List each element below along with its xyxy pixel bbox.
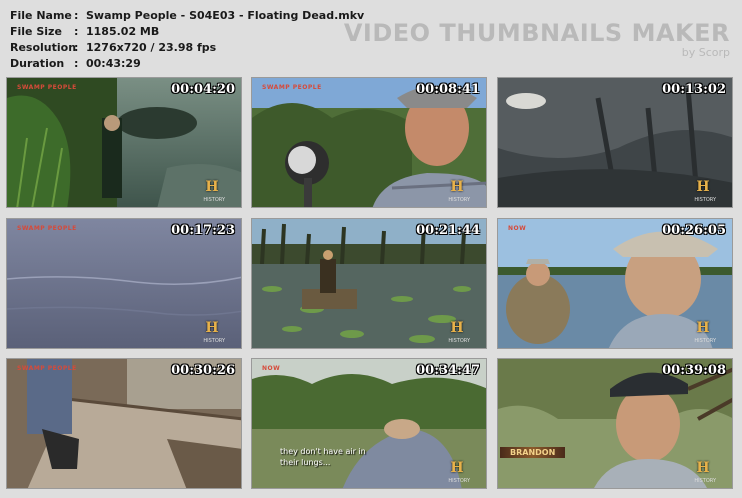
- brand-title: VIDEO THUMBNAILS MAKER: [343, 19, 730, 47]
- thumbnail-2: SWAMP PEOPLE 00:08:41 H HISTORY: [251, 77, 487, 208]
- file-info: File Name : Swamp People - S04E03 - Floa…: [10, 8, 364, 72]
- thumbnail-3: 00:13:02 H HISTORY: [497, 77, 733, 208]
- history-logo-icon: H: [205, 179, 219, 195]
- history-logo-text: HISTORY: [448, 197, 470, 203]
- history-logo-text: HISTORY: [694, 338, 716, 344]
- history-logo-text: HISTORY: [694, 478, 716, 484]
- thumbnail-7: SWAMP PEOPLE 00:30:26: [6, 358, 242, 489]
- subtitle-line-1: they don't have air in: [280, 447, 366, 456]
- subtitle-caption: they don't have air in their lungs...: [280, 446, 366, 468]
- timestamp: 00:17:23: [171, 223, 235, 238]
- info-row-duration: Duration : 00:43:29: [10, 56, 364, 72]
- brand-watermark: VIDEO THUMBNAILS MAKER by Scorp: [344, 20, 730, 59]
- thumbnail-4: SWAMP PEOPLE 00:17:23 H HISTORY: [6, 218, 242, 349]
- thumbnail-8: NOW 00:34:47 they don't have air in thei…: [251, 358, 487, 489]
- timestamp: 00:08:41: [416, 82, 480, 97]
- subtitle-line-2: their lungs...: [280, 458, 331, 467]
- show-logo: NOW: [262, 365, 281, 372]
- info-separator: :: [74, 9, 79, 22]
- history-logo-icon: H: [450, 460, 464, 476]
- info-key: Duration: [10, 57, 65, 70]
- show-logo: SWAMP PEOPLE: [17, 225, 77, 232]
- info-value: 1185.02 MB: [86, 25, 160, 38]
- info-separator: :: [74, 25, 79, 38]
- info-row-file-name: File Name : Swamp People - S04E03 - Floa…: [10, 8, 364, 24]
- brand-subtitle: by Scorp: [681, 46, 730, 59]
- history-logo-icon: H: [696, 179, 710, 195]
- timestamp: 00:30:26: [171, 363, 235, 378]
- timestamp: 00:04:20: [171, 82, 235, 97]
- thumbnail-6: NOW 00:26:05 H HISTORY: [497, 218, 733, 349]
- info-row-file-size: File Size : 1185.02 MB: [10, 24, 364, 40]
- thumbnail-image: [7, 359, 241, 488]
- history-logo-icon: H: [205, 320, 219, 336]
- name-tag: BRANDON: [500, 447, 566, 458]
- history-logo-text: HISTORY: [448, 338, 470, 344]
- info-value: Swamp People - S04E03 - Floating Dead.mk…: [86, 9, 365, 22]
- history-logo-icon: H: [450, 179, 464, 195]
- history-logo-icon: H: [696, 320, 710, 336]
- thumbnail-1: SWAMP PEOPLE 00:04:20 H HISTORY: [6, 77, 242, 208]
- info-value: 1276x720 / 23.98 fps: [86, 41, 217, 54]
- history-logo-text: HISTORY: [203, 197, 225, 203]
- info-key: File Size: [10, 25, 62, 38]
- timestamp: 00:34:47: [416, 363, 480, 378]
- history-logo-icon: H: [696, 460, 710, 476]
- timestamp: 00:13:02: [662, 82, 726, 97]
- show-logo: SWAMP PEOPLE: [17, 84, 77, 91]
- history-logo-text: HISTORY: [448, 478, 470, 484]
- show-logo: NOW: [508, 225, 527, 232]
- thumbnail-5: 00:21:44 H HISTORY: [251, 218, 487, 349]
- timestamp: 00:21:44: [416, 223, 480, 238]
- timestamp: 00:26:05: [662, 223, 726, 238]
- show-logo: SWAMP PEOPLE: [262, 84, 322, 91]
- info-separator: :: [74, 57, 79, 70]
- info-key: File Name: [10, 9, 72, 22]
- history-logo-text: HISTORY: [694, 197, 716, 203]
- info-key: Resolution: [10, 41, 77, 54]
- timestamp: 00:39:08: [662, 363, 726, 378]
- info-row-resolution: Resolution : 1276x720 / 23.98 fps: [10, 40, 364, 56]
- info-value: 00:43:29: [86, 57, 141, 70]
- thumbnail-9: 00:39:08 BRANDON H HISTORY: [497, 358, 733, 489]
- history-logo-text: HISTORY: [203, 338, 225, 344]
- show-logo: SWAMP PEOPLE: [17, 365, 77, 372]
- history-logo-icon: H: [450, 320, 464, 336]
- info-separator: :: [74, 41, 79, 54]
